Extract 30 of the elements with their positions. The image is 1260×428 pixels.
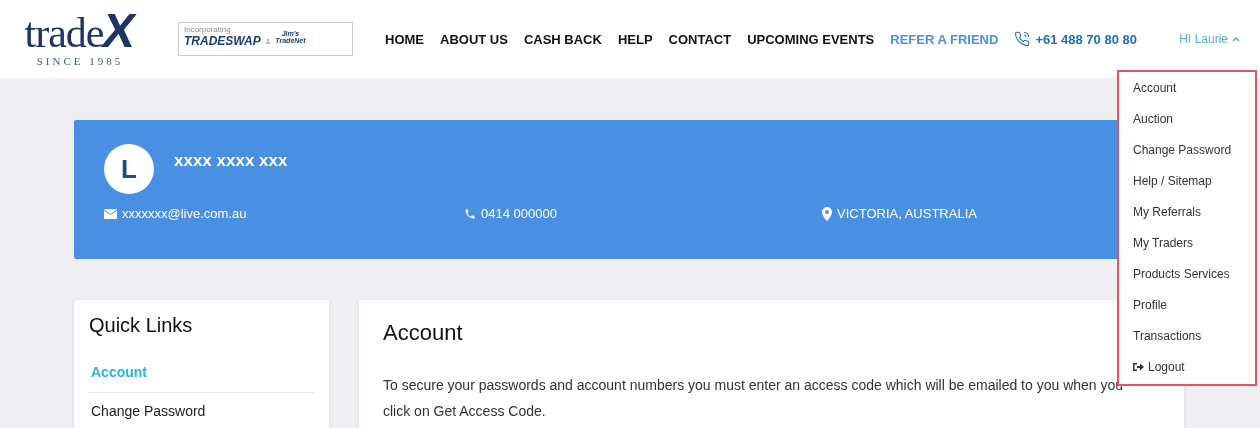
menu-item[interactable]: My Referrals: [1133, 196, 1201, 227]
nav-link[interactable]: ABOUT US: [440, 31, 508, 47]
menu-item[interactable]: Account: [1133, 72, 1177, 103]
profile-name: xxxx xxxx xxx: [174, 151, 288, 171]
profile-email: xxxxxxx@live.com.au: [104, 206, 464, 221]
sign-out-icon: [1133, 361, 1144, 372]
tradex-logo[interactable]: tradeX SINCE 1985: [12, 7, 148, 67]
menu-item[interactable]: Transactions: [1133, 320, 1202, 351]
profile-phone: 0414 000000: [464, 206, 822, 221]
quick-link[interactable]: Change Password: [89, 393, 314, 428]
map-pin-icon: [822, 206, 832, 221]
phone-link[interactable]: +61 488 70 80 80: [1014, 31, 1137, 47]
avatar: L: [104, 144, 154, 194]
menu-item[interactable]: Logout: [1133, 351, 1185, 382]
menu-item[interactable]: Help / Sitemap: [1133, 165, 1212, 196]
nav-link[interactable]: HELP: [617, 31, 653, 47]
nav-link[interactable]: HOME: [385, 31, 424, 47]
menu-item[interactable]: Profile: [1133, 289, 1167, 320]
menu-item[interactable]: Products Services: [1133, 258, 1230, 289]
caret-icon: [1232, 36, 1240, 42]
card-title: Quick Links: [89, 314, 194, 337]
nav-link[interactable]: CONTACT: [668, 31, 732, 47]
phone-icon: [464, 207, 476, 220]
menu-item[interactable]: Change Password: [1133, 134, 1232, 165]
nav-link[interactable]: UPCOMING EVENTS: [747, 31, 875, 47]
menu-item[interactable]: Auction: [1133, 103, 1174, 134]
nav-link[interactable]: CASH BACK: [523, 31, 602, 47]
envelope-icon: [104, 208, 117, 219]
phone-icon: [1014, 31, 1031, 47]
menu-item[interactable]: My Traders: [1133, 227, 1193, 258]
